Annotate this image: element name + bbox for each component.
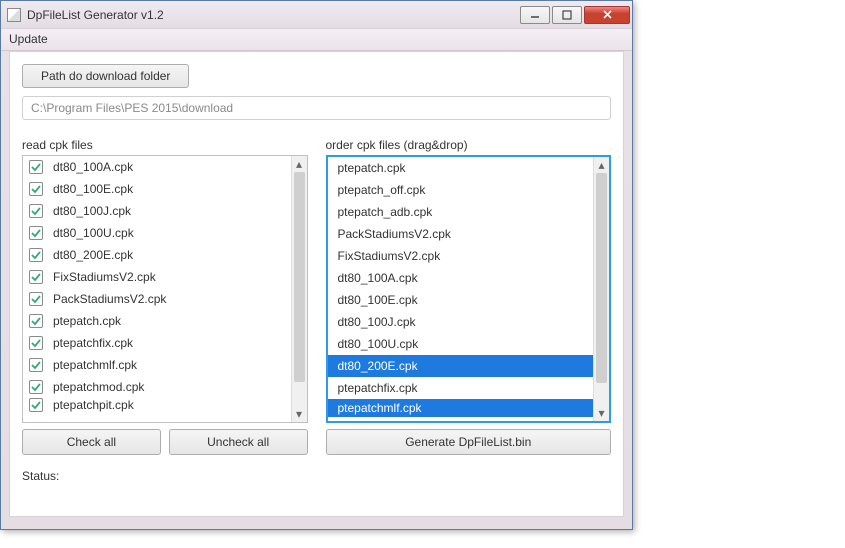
status-label: Status: xyxy=(22,469,611,483)
read-cpk-label: read cpk files xyxy=(22,138,308,152)
order-cpk-label: order cpk files (drag&drop) xyxy=(326,138,612,152)
list-item-label: dt80_100U.cpk xyxy=(53,226,134,240)
list-item-label: ptepatch_off.cpk xyxy=(338,183,426,197)
checkbox[interactable] xyxy=(29,398,43,412)
list-item-label: FixStadiumsV2.cpk xyxy=(53,270,156,284)
list-item-label: ptepatchmlf.cpk xyxy=(338,401,422,415)
list-item-label: dt80_100A.cpk xyxy=(53,160,133,174)
list-item-label: dt80_100U.cpk xyxy=(338,337,419,351)
list-item-label: dt80_200E.cpk xyxy=(338,359,418,373)
list-item-label: ptepatch_adb.cpk xyxy=(338,205,433,219)
list-item-label: ptepatchfix.cpk xyxy=(53,336,133,350)
list-item[interactable]: ptepatch_off.cpk xyxy=(328,179,594,201)
list-item[interactable]: PackStadiumsV2.cpk xyxy=(328,223,594,245)
list-item[interactable]: dt80_100A.cpk xyxy=(328,267,594,289)
list-item-label: dt80_100E.cpk xyxy=(338,293,418,307)
checkbox[interactable] xyxy=(29,358,43,372)
list-item[interactable]: dt80_200E.cpk xyxy=(328,355,594,377)
list-item[interactable]: ptepatch_adb.cpk xyxy=(328,201,594,223)
scrollbar-left[interactable]: ▴ ▾ xyxy=(291,156,307,422)
list-item-label: ptepatch.cpk xyxy=(53,314,121,328)
client-area: Path do download folder read cpk files d… xyxy=(9,51,624,517)
list-item[interactable]: FixStadiumsV2.cpk xyxy=(23,266,291,288)
checkbox[interactable] xyxy=(29,270,43,284)
list-item-label: PackStadiumsV2.cpk xyxy=(338,227,451,241)
generate-button[interactable]: Generate DpFileList.bin xyxy=(326,429,612,455)
checkbox[interactable] xyxy=(29,226,43,240)
list-item-label: dt80_200E.cpk xyxy=(53,248,133,262)
scroll-thumb[interactable] xyxy=(294,172,305,382)
list-item-label: dt80_100A.cpk xyxy=(338,271,418,285)
titlebar[interactable]: DpFileList Generator v1.2 xyxy=(1,1,632,29)
list-item[interactable]: PackStadiumsV2.cpk xyxy=(23,288,291,310)
checkbox[interactable] xyxy=(29,336,43,350)
list-item[interactable]: ptepatchmlf.cpk xyxy=(23,354,291,376)
scroll-down-icon[interactable]: ▾ xyxy=(292,406,307,422)
window-controls xyxy=(520,6,630,24)
list-item[interactable]: ptepatch.cpk xyxy=(23,310,291,332)
checkbox[interactable] xyxy=(29,160,43,174)
maximize-button[interactable] xyxy=(552,6,582,24)
checkbox[interactable] xyxy=(29,292,43,306)
list-item[interactable]: ptepatchmod.cpk xyxy=(23,376,291,398)
list-item-label: ptepatchmod.cpk xyxy=(53,380,144,394)
order-cpk-listbox[interactable]: ptepatch.cpk ptepatch_off.cpk ptepatch_adb… xyxy=(326,155,612,423)
list-item[interactable]: dt80_100E.cpk xyxy=(23,178,291,200)
list-item[interactable]: dt80_100A.cpk xyxy=(23,156,291,178)
list-item[interactable]: dt80_100U.cpk xyxy=(23,222,291,244)
checkbox[interactable] xyxy=(29,182,43,196)
list-item-label: ptepatchfix.cpk xyxy=(338,381,418,395)
list-item-label: FixStadiumsV2.cpk xyxy=(338,249,441,263)
path-input[interactable] xyxy=(22,96,611,120)
checkbox[interactable] xyxy=(29,204,43,218)
app-icon xyxy=(7,8,21,22)
list-item[interactable]: dt80_100J.cpk xyxy=(23,200,291,222)
scroll-thumb[interactable] xyxy=(596,173,607,383)
scrollbar-right[interactable]: ▴ ▾ xyxy=(593,157,609,421)
app-window: DpFileList Generator v1.2 Update Path do… xyxy=(0,0,633,530)
uncheck-all-button[interactable]: Uncheck all xyxy=(169,429,308,455)
minimize-button[interactable] xyxy=(520,6,550,24)
list-item[interactable]: ptepatchpit.cpk xyxy=(23,398,291,412)
list-item[interactable]: dt80_100J.cpk xyxy=(328,311,594,333)
list-item[interactable]: ptepatch.cpk xyxy=(328,157,594,179)
read-cpk-listbox[interactable]: dt80_100A.cpk dt80_100E.cpk dt80_100J.cpkd… xyxy=(22,155,308,423)
list-item[interactable]: FixStadiumsV2.cpk xyxy=(328,245,594,267)
list-item[interactable]: dt80_200E.cpk xyxy=(23,244,291,266)
list-item[interactable]: ptepatchmlf.cpk xyxy=(328,399,594,417)
menubar: Update xyxy=(1,29,632,51)
menu-update[interactable]: Update xyxy=(9,32,48,46)
close-button[interactable] xyxy=(584,6,630,24)
checkbox[interactable] xyxy=(29,380,43,394)
read-cpk-panel: read cpk files dt80_100A.cpk dt80_100E.cp… xyxy=(22,138,308,455)
scroll-down-icon[interactable]: ▾ xyxy=(594,405,609,421)
list-item[interactable]: ptepatchfix.cpk xyxy=(23,332,291,354)
checkbox[interactable] xyxy=(29,314,43,328)
list-item-label: dt80_100J.cpk xyxy=(338,315,416,329)
order-cpk-panel: order cpk files (drag&drop) ptepatch.cpk… xyxy=(326,138,612,455)
checkbox[interactable] xyxy=(29,248,43,262)
scroll-up-icon[interactable]: ▴ xyxy=(292,156,307,172)
scroll-up-icon[interactable]: ▴ xyxy=(594,157,609,173)
path-button[interactable]: Path do download folder xyxy=(22,64,189,88)
list-item-label: PackStadiumsV2.cpk xyxy=(53,292,166,306)
list-item[interactable]: dt80_100U.cpk xyxy=(328,333,594,355)
list-item[interactable]: dt80_100E.cpk xyxy=(328,289,594,311)
list-item[interactable]: ptepatchfix.cpk xyxy=(328,377,594,399)
list-item-label: dt80_100J.cpk xyxy=(53,204,131,218)
window-title: DpFileList Generator v1.2 xyxy=(27,8,520,22)
list-item-label: ptepatchmlf.cpk xyxy=(53,358,137,372)
check-all-button[interactable]: Check all xyxy=(22,429,161,455)
list-item-label: ptepatchpit.cpk xyxy=(53,398,134,412)
list-item-label: dt80_100E.cpk xyxy=(53,182,133,196)
list-item-label: ptepatch.cpk xyxy=(338,161,406,175)
